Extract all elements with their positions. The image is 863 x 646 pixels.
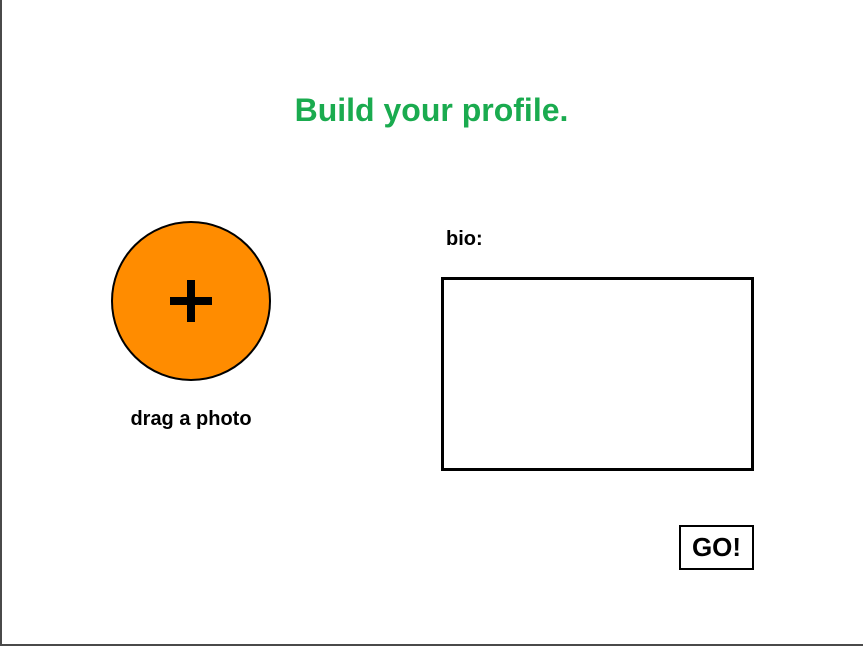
photo-drop-caption: drag a photo [130, 408, 252, 430]
go-button[interactable]: GO! [679, 525, 754, 570]
bio-label: bio: [446, 228, 483, 250]
page-title: Build your profile. [294, 92, 569, 128]
bio-textarea[interactable] [441, 277, 754, 471]
photo-drop-zone[interactable] [111, 221, 271, 381]
plus-icon [113, 223, 269, 379]
